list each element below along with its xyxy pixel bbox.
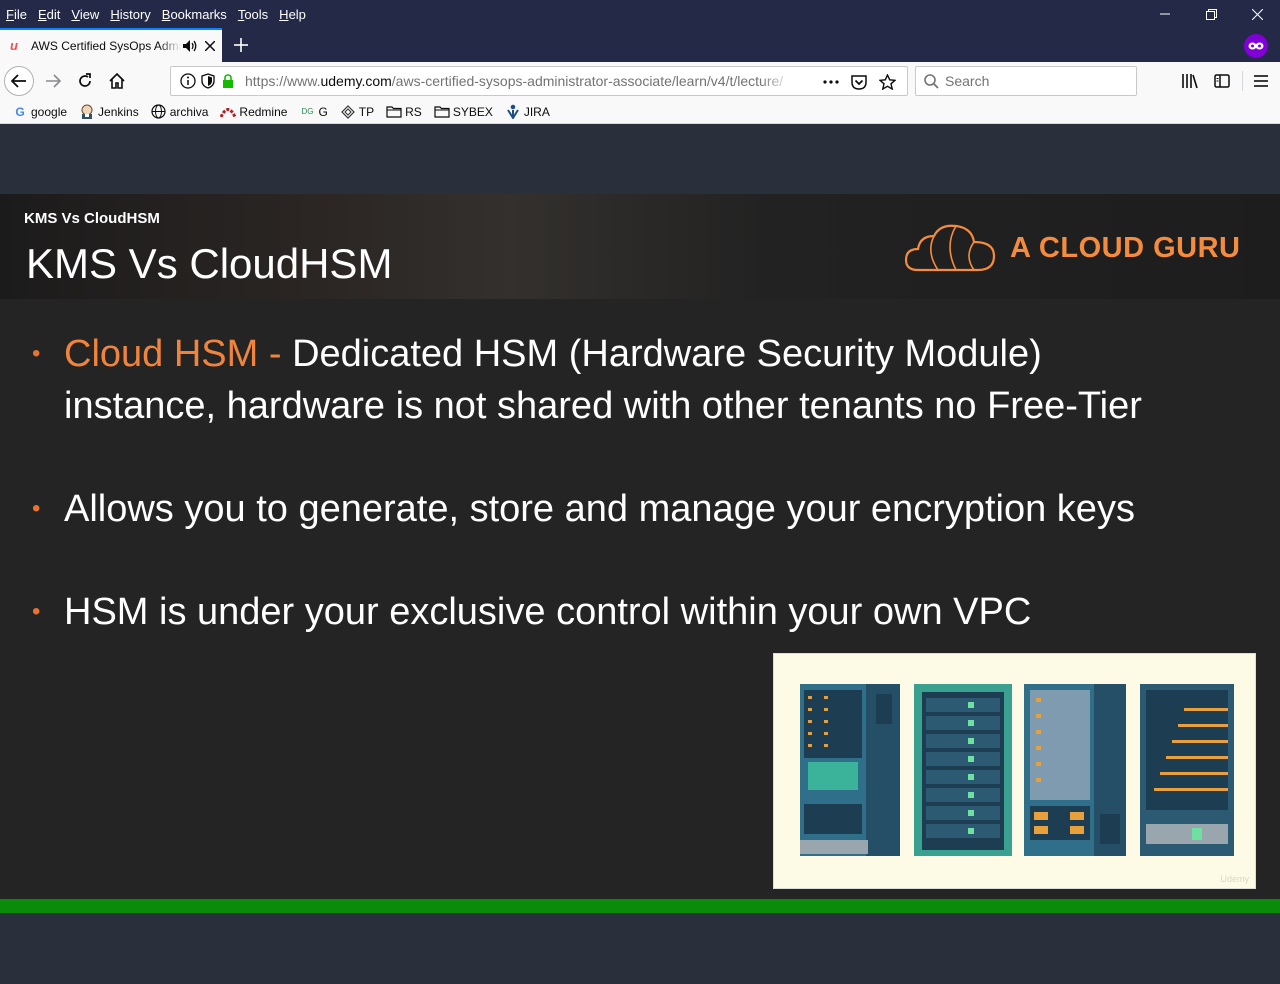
menu-edit[interactable]: Edit xyxy=(38,7,60,22)
search-placeholder: Search xyxy=(945,73,990,89)
dg-icon: DG xyxy=(301,107,314,116)
tracking-shield-icon[interactable] xyxy=(199,72,217,90)
info-icon[interactable] xyxy=(179,72,197,90)
bookmarks-toolbar: G google Jenkins archiva Redmine DG G TP… xyxy=(0,100,1280,124)
tab-title: AWS Certified SysOps Administrator - Ass… xyxy=(31,39,181,53)
server-rack-2 xyxy=(914,684,1012,856)
server-rack-1 xyxy=(800,684,900,856)
private-mask-icon[interactable] xyxy=(1244,34,1268,58)
bookmark-redmine[interactable]: Redmine xyxy=(220,104,287,120)
hamburger-menu-icon[interactable] xyxy=(1249,70,1273,92)
pocket-icon[interactable] xyxy=(845,72,873,92)
bullet-dot: • xyxy=(32,598,41,625)
udemy-watermark: Udemy xyxy=(1220,874,1249,884)
restore-icon[interactable] xyxy=(1188,0,1234,28)
lecture-slide: KMS Vs CloudHSM KMS Vs CloudHSM A CLOUD … xyxy=(0,194,1280,899)
forward-button[interactable] xyxy=(38,66,68,96)
back-button[interactable] xyxy=(4,66,34,96)
bookmark-sybex[interactable]: SYBEX xyxy=(434,104,493,120)
toolbar-separator xyxy=(1242,71,1243,91)
search-icon xyxy=(924,73,939,89)
video-player[interactable]: KMS Vs CloudHSM KMS Vs CloudHSM A CLOUD … xyxy=(0,124,1280,984)
url-bar[interactable]: https://www.udemy.com/aws-certified-syso… xyxy=(170,66,908,96)
new-tab-icon[interactable] xyxy=(230,34,252,56)
bookmark-g[interactable]: DG G xyxy=(299,104,327,120)
a-cloud-guru-logo: A CLOUD GURU xyxy=(904,222,1240,274)
menu-tools[interactable]: Tools xyxy=(238,7,268,22)
library-icon[interactable] xyxy=(1178,70,1202,92)
bullet-line: Allows you to generate, store and manage… xyxy=(64,488,1135,530)
menu-bookmarks[interactable]: Bookmarks xyxy=(162,7,227,22)
reload-button[interactable] xyxy=(70,66,100,96)
tab-active[interactable]: u AWS Certified SysOps Administrator - A… xyxy=(0,28,222,62)
folder-icon xyxy=(386,104,402,120)
globe-icon xyxy=(151,104,167,120)
google-icon: G xyxy=(15,104,25,119)
bullet-highlight: Cloud HSM - xyxy=(64,333,293,375)
bullet-dot: • xyxy=(32,495,41,522)
folder-icon xyxy=(434,104,450,120)
slide-title: KMS Vs CloudHSM xyxy=(26,240,393,287)
bookmark-google[interactable]: G google xyxy=(12,104,67,120)
menu-view[interactable]: View xyxy=(71,7,99,22)
jira-icon xyxy=(505,104,521,120)
search-bar[interactable]: Search xyxy=(915,66,1137,96)
menu-help[interactable]: Help xyxy=(279,7,306,22)
bullet-line: HSM is under your exclusive control with… xyxy=(64,591,1032,633)
close-icon[interactable] xyxy=(1234,0,1280,28)
page-actions-icon[interactable] xyxy=(817,72,845,92)
menu-bar: File Edit View History Bookmarks Tools H… xyxy=(0,0,1280,28)
tab-strip: u AWS Certified SysOps Administrator - A… xyxy=(0,28,1280,62)
server-rack-4 xyxy=(1140,684,1234,856)
speaker-icon[interactable] xyxy=(183,39,199,53)
minimize-icon[interactable] xyxy=(1142,0,1188,28)
url-text[interactable]: https://www.udemy.com/aws-certified-syso… xyxy=(245,73,793,89)
server-racks-illustration: Udemy xyxy=(773,653,1256,889)
bookmark-rs[interactable]: RS xyxy=(386,104,422,120)
bookmark-tp[interactable]: TP xyxy=(340,104,374,120)
navigation-bar: https://www.udemy.com/aws-certified-syso… xyxy=(0,62,1280,100)
slide-breadcrumb: KMS Vs CloudHSM xyxy=(24,210,160,227)
bullet-dot: • xyxy=(32,340,41,367)
menu-history[interactable]: History xyxy=(110,7,150,22)
video-progress-bar[interactable] xyxy=(0,899,1280,913)
server-rack-3 xyxy=(1024,684,1126,856)
redmine-icon xyxy=(220,104,237,120)
bookmark-jira[interactable]: JIRA xyxy=(505,104,550,120)
lock-icon[interactable] xyxy=(219,72,237,90)
udemy-favicon-icon: u xyxy=(10,38,18,53)
diamond-icon xyxy=(340,104,356,120)
bullet-line-2: instance, hardware is not shared with ot… xyxy=(64,385,1142,427)
brand-name: A CLOUD GURU xyxy=(1010,231,1241,264)
tab-close-icon[interactable] xyxy=(203,39,217,53)
bullet-line: Cloud HSM - Dedicated HSM (Hardware Secu… xyxy=(64,333,1042,375)
menu-file[interactable]: File xyxy=(6,7,27,22)
slide-header: KMS Vs CloudHSM KMS Vs CloudHSM A CLOUD … xyxy=(0,194,1280,299)
home-button[interactable] xyxy=(102,66,132,96)
cloud-logo-icon xyxy=(904,224,996,272)
bookmark-jenkins[interactable]: Jenkins xyxy=(79,104,139,120)
bookmark-archiva[interactable]: archiva xyxy=(151,104,208,120)
sidebar-icon[interactable] xyxy=(1210,70,1234,92)
jenkins-icon xyxy=(79,104,95,120)
bookmark-star-icon[interactable] xyxy=(873,72,901,92)
